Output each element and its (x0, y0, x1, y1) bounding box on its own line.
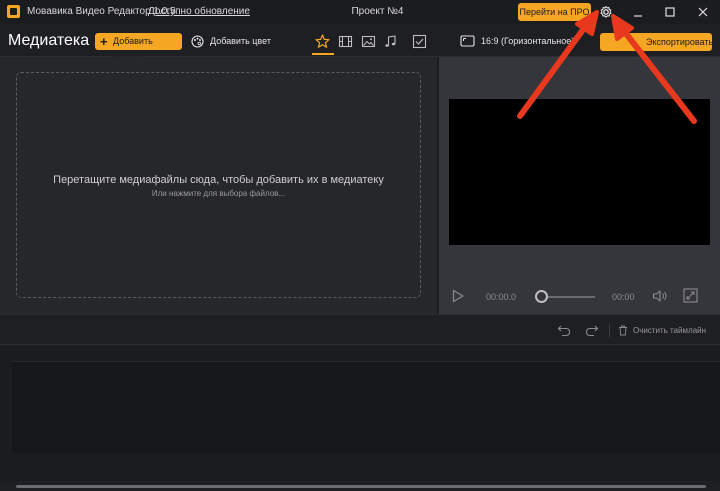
app-logo-icon (7, 5, 20, 18)
preview-canvas (449, 99, 710, 245)
video-editor-window: Мовавика Видео Редактор 1.0.5 Доступно о… (0, 0, 720, 491)
maximize-icon[interactable] (661, 3, 679, 21)
go-pro-button[interactable]: Перейти на ПРО (518, 3, 591, 21)
add-color-button[interactable]: Добавить цвет (191, 33, 271, 50)
main-toolbar: Медиатека + Добавить файлы Добавить цвет… (0, 24, 720, 63)
aspect-ratio-icon (460, 35, 475, 47)
clear-timeline-label: Очистить таймлайн (633, 326, 707, 335)
timeline-track[interactable] (12, 361, 720, 453)
media-library-title: Медиатека (8, 32, 90, 49)
seek-handle[interactable] (535, 290, 548, 303)
close-icon[interactable] (694, 3, 712, 21)
scrollbar-thumb[interactable] (16, 485, 706, 488)
fullscreen-icon[interactable] (683, 288, 698, 303)
clear-timeline-button[interactable]: Очистить таймлайн (618, 324, 706, 337)
current-time: 00:00.0 (486, 292, 517, 302)
media-library-panel: Перетащите медиафайлы сюда, чтобы добави… (0, 57, 437, 314)
gear-icon[interactable] (597, 3, 615, 21)
image-icon[interactable] (360, 33, 377, 50)
trash-icon (619, 325, 627, 336)
redo-icon[interactable] (585, 324, 599, 337)
update-available-link[interactable]: Доступно обновление (148, 6, 250, 17)
preview-panel: 00:00.0 00:00 (439, 57, 720, 314)
volume-icon[interactable] (652, 289, 668, 303)
music-icon[interactable] (382, 33, 399, 50)
palette-icon (191, 35, 204, 48)
project-title: Проект №4 (351, 6, 404, 17)
minimize-icon[interactable] (629, 3, 647, 21)
timeline-toolbar: Очистить таймлайн (0, 314, 720, 345)
dropzone-hint: Перетащите медиафайлы сюда, чтобы добави… (53, 174, 384, 186)
star-icon[interactable] (314, 33, 331, 50)
total-time: 00:00 (612, 292, 635, 302)
aspect-ratio-label: 16:9 (Горизонтальное) (481, 36, 575, 46)
check-icon[interactable] (411, 33, 428, 50)
title-bar: Мовавика Видео Редактор 1.0.5 Доступно о… (0, 0, 720, 24)
active-tab-indicator (312, 53, 334, 55)
toolbar-separator (609, 324, 610, 337)
play-icon[interactable] (451, 289, 465, 303)
timeline-panel (0, 345, 720, 481)
undo-icon[interactable] (557, 324, 571, 337)
horizontal-scrollbar[interactable] (0, 481, 720, 491)
plus-icon: + (100, 34, 108, 49)
add-color-label: Добавить цвет (210, 36, 271, 46)
add-files-button[interactable]: + Добавить файлы (95, 33, 182, 63)
aspect-ratio-selector[interactable]: 16:9 (Горизонтальное) (460, 34, 574, 48)
film-icon[interactable] (337, 33, 354, 50)
export-button[interactable]: Экспортировать п... (600, 33, 712, 51)
dropzone-subhint[interactable]: Или нажмите для выбора файлов... (0, 189, 437, 198)
